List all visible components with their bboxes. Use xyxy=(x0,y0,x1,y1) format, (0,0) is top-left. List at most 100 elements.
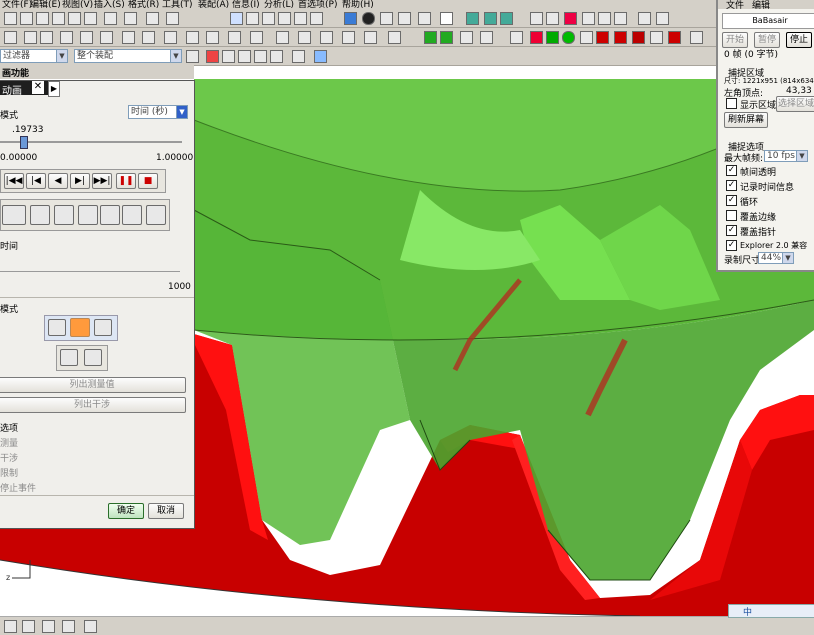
line-icon[interactable] xyxy=(598,12,611,25)
copy-icon[interactable] xyxy=(52,12,65,25)
camera-icon[interactable] xyxy=(650,31,663,44)
explorer-compat-checkbox[interactable]: ✓ xyxy=(726,240,737,251)
assembly-icon[interactable] xyxy=(466,12,479,25)
option-measure[interactable]: 测量 xyxy=(0,436,18,449)
shaded-icon[interactable] xyxy=(362,12,375,25)
stop-button[interactable]: ■ xyxy=(138,173,158,189)
material-green-icon[interactable] xyxy=(546,31,559,44)
last-frame-button[interactable]: ▶▶| xyxy=(92,173,112,189)
list-measurements-button[interactable]: 列出测量值 xyxy=(0,377,186,393)
motion-tool-2-icon[interactable] xyxy=(30,205,50,225)
layer-icon[interactable] xyxy=(418,12,431,25)
quadrant-icon[interactable] xyxy=(270,50,283,63)
select-icon[interactable] xyxy=(146,12,159,25)
delete-icon[interactable] xyxy=(84,12,97,25)
offset-icon[interactable] xyxy=(298,31,311,44)
undo-icon[interactable] xyxy=(104,12,117,25)
blend-icon[interactable] xyxy=(164,31,177,44)
step-back-button[interactable]: |◀ xyxy=(26,173,46,189)
revolve-icon[interactable] xyxy=(40,31,53,44)
show-region-checkbox[interactable] xyxy=(726,98,737,109)
translucent-checkbox[interactable]: ✓ xyxy=(726,165,737,176)
snap-point-icon[interactable] xyxy=(206,50,219,63)
capture-stop-button[interactable]: 停止 xyxy=(786,32,812,48)
option-interference[interactable]: 干涉 xyxy=(0,451,18,464)
status-tool-2-icon[interactable] xyxy=(22,620,35,633)
play-back-button[interactable]: ◀ xyxy=(48,173,68,189)
cover-border-checkbox[interactable] xyxy=(726,210,737,221)
sew-icon[interactable] xyxy=(320,31,333,44)
motion-tool-1-icon[interactable] xyxy=(2,205,26,225)
grid-icon[interactable] xyxy=(638,12,651,25)
record-size-select[interactable]: 44% ▼ xyxy=(758,252,794,264)
select-region-button[interactable]: 选择区域 xyxy=(776,96,814,112)
extrude-icon[interactable] xyxy=(24,31,37,44)
hidden-icon[interactable] xyxy=(398,12,411,25)
menu-file[interactable]: 文件(F) xyxy=(2,0,32,9)
capture-start-button[interactable]: 开始 xyxy=(722,32,748,48)
texture-icon[interactable] xyxy=(596,31,609,44)
time-unit-select[interactable]: 时间 (秒) ▼ xyxy=(128,105,188,119)
component-icon[interactable] xyxy=(484,12,497,25)
pocket-icon[interactable] xyxy=(100,31,113,44)
frame-slider-track[interactable] xyxy=(0,271,180,272)
groove-icon[interactable] xyxy=(142,31,155,44)
loop-icon[interactable] xyxy=(70,318,90,337)
status-tool-5-icon[interactable] xyxy=(84,620,97,633)
thicken-icon[interactable] xyxy=(342,31,355,44)
motion-tool-6-icon[interactable] xyxy=(122,205,142,225)
cover-cursor-checkbox[interactable]: ✓ xyxy=(726,225,737,236)
transform-icon[interactable] xyxy=(460,31,473,44)
midpoint-icon[interactable] xyxy=(238,50,251,63)
option-stop-event[interactable]: 停止事件 xyxy=(0,481,36,494)
zoom-out-icon[interactable] xyxy=(278,12,291,25)
motion-tool-5-icon[interactable] xyxy=(100,205,120,225)
loop-checkbox[interactable]: ✓ xyxy=(726,195,737,206)
motion-tool-7-icon[interactable] xyxy=(146,205,166,225)
endpoint-icon[interactable] xyxy=(222,50,235,63)
motion-tool-3-icon[interactable] xyxy=(54,205,74,225)
rotate-part-icon[interactable] xyxy=(440,31,453,44)
rotate-icon[interactable] xyxy=(294,12,307,25)
color-icon[interactable] xyxy=(440,12,453,25)
snap-icon[interactable] xyxy=(564,12,577,25)
measure-icon[interactable] xyxy=(166,12,179,25)
cube-icon[interactable] xyxy=(314,50,327,63)
decal-icon[interactable] xyxy=(614,31,627,44)
zoom-icon[interactable] xyxy=(246,12,259,25)
menu-analysis[interactable]: 分析(L) xyxy=(264,0,294,9)
feature-icon[interactable] xyxy=(4,31,17,44)
step-forward-button[interactable]: ▶| xyxy=(70,173,90,189)
time-slider-thumb[interactable] xyxy=(20,136,28,149)
wrap-icon[interactable] xyxy=(690,31,703,44)
cancel-button[interactable]: 取消 xyxy=(148,503,184,519)
dimension-icon[interactable] xyxy=(656,12,669,25)
menu-view[interactable]: 视图(V) xyxy=(62,0,93,9)
trim-icon[interactable] xyxy=(228,31,241,44)
tab-scroll-right-icon[interactable]: ▶ xyxy=(48,81,60,97)
view-cube-icon[interactable] xyxy=(344,12,357,25)
menu-insert[interactable]: 插入(S) xyxy=(94,0,125,9)
record-time-checkbox[interactable]: ✓ xyxy=(726,180,737,191)
first-frame-button[interactable]: |◀◀ xyxy=(4,173,24,189)
constraint-icon[interactable] xyxy=(500,12,513,25)
slot-icon[interactable] xyxy=(122,31,135,44)
shell-icon[interactable] xyxy=(206,31,219,44)
selection-filter-combo[interactable]: 过滤器 ▼ xyxy=(0,49,68,63)
status-tool-4-icon[interactable] xyxy=(62,620,75,633)
capture-pause-button[interactable]: 暂停 xyxy=(754,32,780,48)
fit-icon[interactable] xyxy=(230,12,243,25)
scene-icon[interactable] xyxy=(632,31,645,44)
sphere-icon[interactable] xyxy=(562,31,575,44)
wireframe-icon[interactable] xyxy=(380,12,393,25)
new-icon[interactable] xyxy=(4,12,17,25)
snap-mode-2-icon[interactable] xyxy=(84,349,102,366)
arrow-right-icon[interactable] xyxy=(388,31,401,44)
chamfer-icon[interactable] xyxy=(186,31,199,44)
menu-format[interactable]: 格式(R) xyxy=(128,0,159,9)
mirror-icon[interactable] xyxy=(276,31,289,44)
menu-preferences[interactable]: 首选项(P) xyxy=(298,0,337,9)
surface-icon[interactable] xyxy=(364,31,377,44)
sketch-icon[interactable] xyxy=(530,12,543,25)
zoom-in-icon[interactable] xyxy=(262,12,275,25)
